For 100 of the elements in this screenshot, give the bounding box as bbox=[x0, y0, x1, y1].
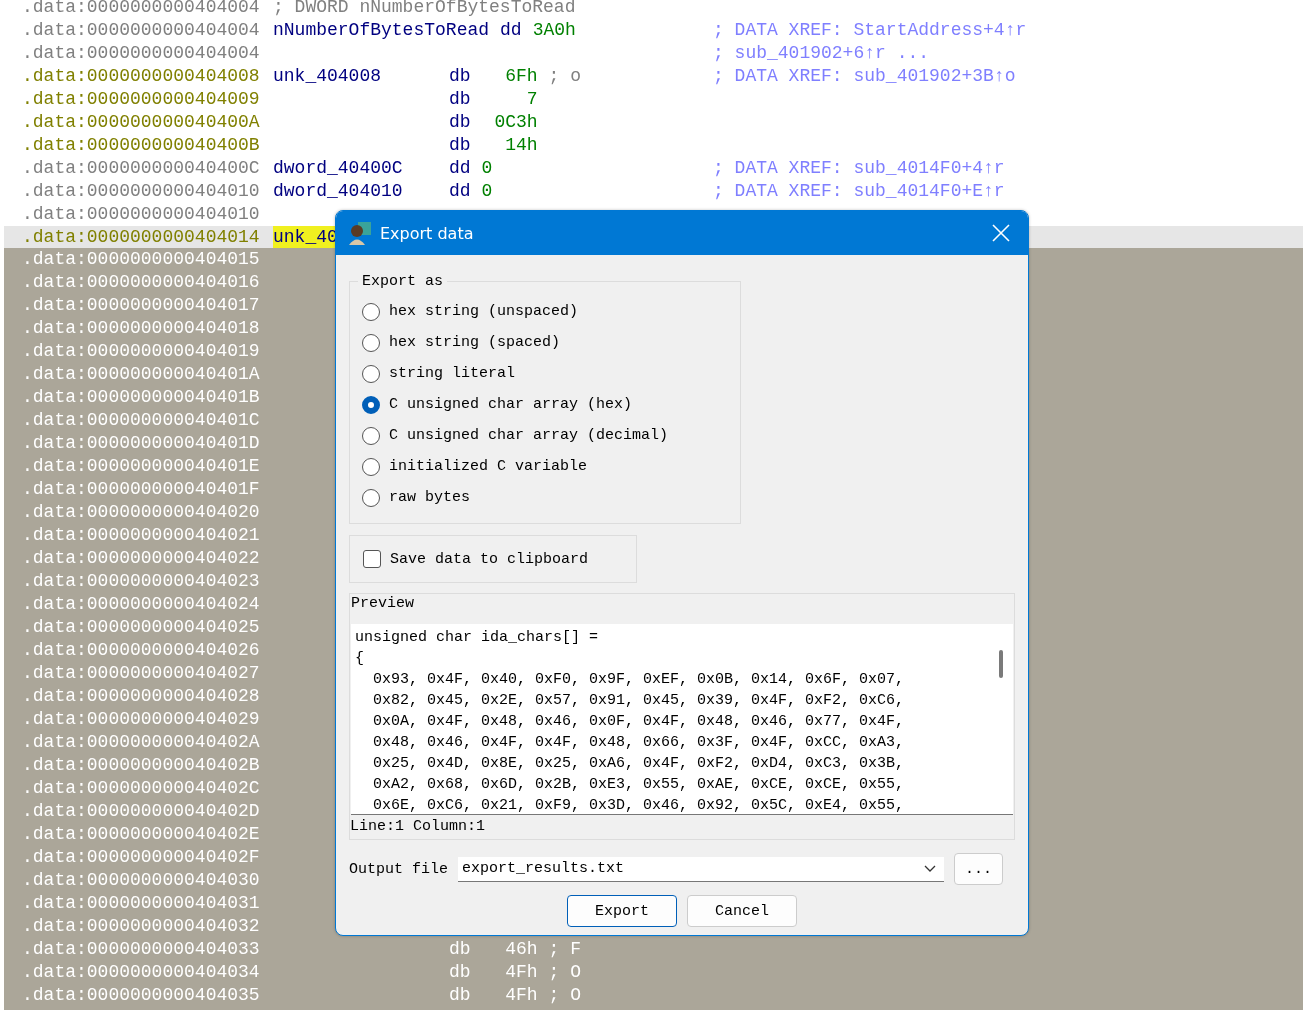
address-text: .data:0000000000404021 bbox=[22, 524, 261, 547]
format-option[interactable]: raw bytes bbox=[362, 482, 728, 513]
instruction-text: dd bbox=[449, 157, 471, 180]
format-option[interactable]: hex string (spaced) bbox=[362, 327, 728, 358]
listing-row[interactable]: .data:0000000000404009 db 7 bbox=[4, 88, 1303, 111]
listing-row[interactable]: .data:000000000040400B db 14h bbox=[4, 134, 1303, 157]
option-label: hex string (unspaced) bbox=[389, 303, 579, 320]
xref-comment: ; sub_401902+6↑r ... bbox=[713, 42, 930, 65]
address-text: .data:0000000000404014 bbox=[22, 226, 261, 249]
address-text: .data:0000000000404029 bbox=[22, 708, 261, 731]
scrollbar-thumb[interactable] bbox=[999, 650, 1003, 678]
operand-text: 6Fh bbox=[505, 65, 538, 88]
radio-button[interactable] bbox=[362, 364, 380, 383]
radio-button[interactable] bbox=[362, 302, 380, 321]
operand-text: 7 bbox=[526, 88, 538, 111]
code-line: 0x82, 0x45, 0x2E, 0x57, 0x91, 0x45, 0x39, 0x4F, 0xF2, 0xC6, bbox=[372, 691, 906, 711]
address-text: .data:0000000000404018 bbox=[22, 317, 261, 340]
xref-comment: ; DATA XREF: sub_4014F0+4↑r bbox=[713, 157, 1005, 180]
clipboard-option[interactable]: Save data to clipboard bbox=[363, 543, 589, 575]
close-icon bbox=[992, 224, 1010, 242]
address-text: .data:000000000040401E bbox=[22, 455, 261, 478]
option-label: raw bytes bbox=[389, 489, 470, 506]
address-text: .data:0000000000404023 bbox=[22, 570, 261, 593]
address-text: .data:0000000000404019 bbox=[22, 340, 261, 363]
instruction-text: db bbox=[449, 88, 471, 111]
address-text: .data:0000000000404020 bbox=[22, 501, 261, 524]
output-file-label: Output file bbox=[349, 860, 449, 878]
operand-text: 46h bbox=[505, 938, 538, 961]
address-text: .data:0000000000404016 bbox=[22, 271, 261, 294]
address-text: .data:000000000040401A bbox=[22, 363, 261, 386]
preview-text-area[interactable] bbox=[351, 624, 1013, 815]
xref-comment: ; DATA XREF: StartAddress+4↑r bbox=[713, 19, 1027, 42]
option-label: initialized C variable bbox=[389, 458, 588, 475]
address-text: .data:0000000000404017 bbox=[22, 294, 261, 317]
app-icon bbox=[348, 221, 372, 245]
radio-button[interactable] bbox=[362, 395, 380, 414]
preview-label: Preview bbox=[350, 594, 415, 614]
instruction-text: db bbox=[449, 65, 471, 88]
code-line: { bbox=[355, 649, 365, 669]
instruction-text: db bbox=[449, 961, 471, 984]
listing-row[interactable]: .data:0000000000404008 unk_404008 db 6Fh ; o ; DATA XREF: sub_401902+3B↑o bbox=[4, 65, 1303, 88]
address-text: .data:000000000040402F bbox=[22, 846, 261, 869]
address-text: .data:0000000000404025 bbox=[22, 616, 261, 639]
address-text: .data:000000000040400B bbox=[22, 134, 261, 157]
instruction-text: dd bbox=[500, 19, 522, 42]
listing-row[interactable]: .data:0000000000404004 ; sub_401902+6↑r ... bbox=[4, 42, 1303, 65]
address-text: .data:0000000000404031 bbox=[22, 892, 261, 915]
option-label: C unsigned char array (decimal) bbox=[389, 427, 669, 444]
code-line: 0x0A, 0x4F, 0x48, 0x46, 0x0F, 0x4F, 0x48, 0x46, 0x77, 0x4F, bbox=[372, 712, 906, 732]
code-line: 0x6E, 0xC6, 0x21, 0xF9, 0x3D, 0x46, 0x92, 0x5C, 0xE4, 0x55, bbox=[372, 796, 906, 814]
address-text: .data:000000000040400C bbox=[22, 157, 261, 180]
listing-row[interactable]: .data:0000000000404004 nNumberOfBytesToRead dd 3A0h ; DATA XREF: StartAddress+4↑r bbox=[4, 19, 1303, 42]
address-text: .data:000000000040402B bbox=[22, 754, 261, 777]
address-text: .data:0000000000404010 bbox=[22, 180, 261, 203]
instruction-text: dd bbox=[449, 180, 471, 203]
radio-button[interactable] bbox=[362, 457, 380, 476]
address-text: .data:000000000040401D bbox=[22, 432, 261, 455]
output-file-combo[interactable]: export_results.txt bbox=[458, 856, 944, 882]
instruction-text: db bbox=[449, 984, 471, 1007]
address-text: .data:0000000000404022 bbox=[22, 547, 261, 570]
format-option[interactable]: C unsigned char array (decimal) bbox=[362, 420, 728, 451]
instruction-text: db bbox=[449, 938, 471, 961]
format-option[interactable]: C unsigned char array (hex) bbox=[362, 389, 728, 420]
xref-comment: ; DATA XREF: sub_4014F0+E↑r bbox=[713, 180, 1005, 203]
group-label: Export as bbox=[361, 273, 444, 290]
chevron-down-icon bbox=[924, 864, 936, 873]
format-option[interactable]: hex string (unspaced) bbox=[362, 296, 728, 327]
dialog-button[interactable]: Export bbox=[567, 895, 677, 927]
listing-row[interactable]: .data:000000000040400A db 0C3h bbox=[4, 111, 1303, 134]
label-text: nNumberOfBytesToRead bbox=[273, 19, 490, 42]
operand-text: 0 bbox=[481, 180, 493, 203]
cursor-position: Line:1 Column:1 bbox=[350, 817, 487, 837]
comment-text: ; o bbox=[548, 65, 581, 88]
option-label: hex string (spaced) bbox=[389, 334, 561, 351]
format-option[interactable]: initialized C variable bbox=[362, 451, 728, 482]
address-text: .data:000000000040401B bbox=[22, 386, 261, 409]
radio-button[interactable] bbox=[362, 488, 380, 507]
code-line: unsigned char ida_chars[] = bbox=[355, 628, 600, 648]
dialog-button[interactable]: Cancel bbox=[687, 895, 797, 927]
checkbox[interactable] bbox=[363, 550, 381, 568]
code-line: 0xA2, 0x68, 0x6D, 0x2B, 0xE3, 0x55, 0xAE, 0xCE, 0xCE, 0x55, bbox=[372, 775, 906, 795]
format-option[interactable]: string literal bbox=[362, 358, 728, 389]
window-title: Export data bbox=[380, 223, 475, 243]
label-text: dword_404010 bbox=[273, 180, 403, 203]
browse-button[interactable]: ... bbox=[954, 853, 1003, 885]
listing-row[interactable]: .data:0000000000404010 dword_404010 dd 0 ; DATA XREF: sub_4014F0+E↑r bbox=[4, 180, 1303, 203]
xref-comment: ; DATA XREF: sub_401902+3B↑o bbox=[713, 65, 1016, 88]
address-text: .data:0000000000404015 bbox=[22, 248, 261, 271]
operand-text: 3A0h bbox=[532, 19, 576, 42]
address-text: .data:0000000000404033 bbox=[22, 938, 261, 961]
comment-text: ; F bbox=[548, 938, 581, 961]
address-text: .data:000000000040401C bbox=[22, 409, 261, 432]
code-line: 0x25, 0x4D, 0x8E, 0x25, 0xA6, 0x4F, 0xF2, 0xD4, 0xC3, 0x3B, bbox=[372, 754, 906, 774]
listing-row[interactable]: .data:000000000040400C dword_40400C dd 0 ; DATA XREF: sub_4014F0+4↑r bbox=[4, 157, 1303, 180]
option-label: C unsigned char array (hex) bbox=[389, 396, 633, 413]
radio-button[interactable] bbox=[362, 426, 380, 445]
option-label: string literal bbox=[389, 365, 516, 382]
address-text: .data:0000000000404004 bbox=[22, 42, 261, 65]
address-text: .data:0000000000404009 bbox=[22, 88, 261, 111]
radio-button[interactable] bbox=[362, 333, 380, 352]
